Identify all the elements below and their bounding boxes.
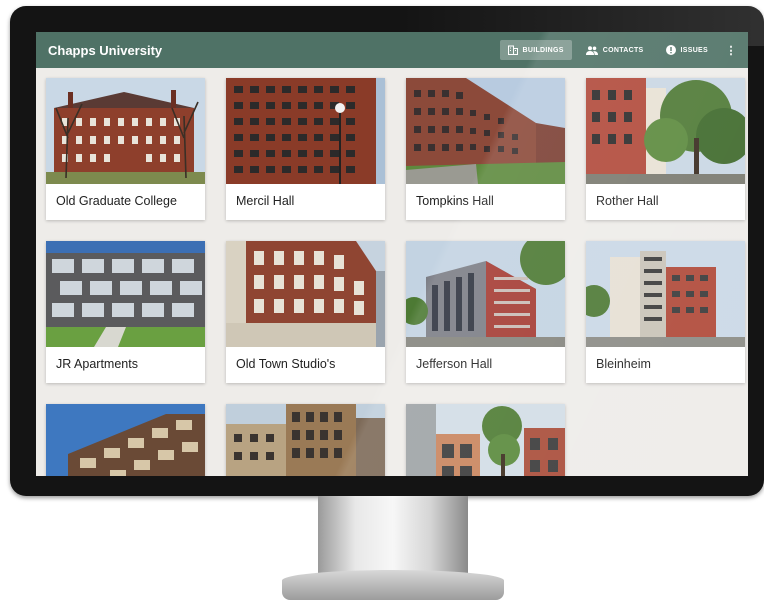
building-name: Jefferson Hall — [416, 357, 493, 371]
people-icon — [585, 45, 598, 55]
building-card[interactable] — [406, 404, 565, 476]
app-title: Chapps University — [48, 42, 163, 58]
building-photo — [226, 241, 385, 347]
building-card[interactable]: Bleinheim — [586, 241, 745, 383]
building-name: Tompkins Hall — [416, 194, 494, 208]
building-photo — [46, 78, 205, 184]
alert-icon — [665, 45, 676, 55]
building-photo — [406, 241, 565, 347]
building-photo — [226, 404, 385, 476]
building-card[interactable]: Old Town Studio's — [226, 241, 385, 383]
building-card[interactable]: Tompkins Hall — [406, 78, 565, 220]
monitor-stand — [318, 496, 468, 576]
building-name: Bleinheim — [596, 357, 651, 371]
building-card[interactable] — [46, 404, 205, 476]
screen: Chapps University BUILDINGS CONTACTS ISS… — [36, 32, 748, 476]
building-card[interactable]: Jefferson Hall — [406, 241, 565, 383]
app-bar: Chapps University BUILDINGS CONTACTS ISS… — [36, 32, 748, 68]
nav-issues-label: ISSUES — [680, 46, 708, 54]
building-photo — [46, 404, 205, 476]
building-photo — [406, 78, 565, 184]
nav-buildings-button[interactable]: BUILDINGS — [499, 40, 572, 60]
building-photo — [586, 78, 745, 184]
building-name: Old Town Studio's — [236, 357, 336, 371]
building-name: Rother Hall — [596, 194, 659, 208]
building-card[interactable]: Old Graduate College — [46, 78, 205, 220]
building-name: Mercil Hall — [236, 194, 295, 208]
more-vert-icon[interactable]: ⋮ — [722, 44, 740, 57]
building-photo — [46, 241, 205, 347]
nav-contacts-label: CONTACTS — [602, 46, 644, 54]
nav-contacts-button[interactable]: CONTACTS — [578, 40, 652, 60]
building-card[interactable]: Mercil Hall — [226, 78, 385, 220]
building-card[interactable]: JR Apartments — [46, 241, 205, 383]
building-card[interactable]: Rother Hall — [586, 78, 745, 220]
building-name: Old Graduate College — [56, 194, 177, 208]
building-icon — [507, 45, 518, 55]
nav-issues-button[interactable]: ISSUES — [658, 40, 716, 60]
building-photo — [586, 241, 745, 347]
building-photo — [226, 78, 385, 184]
building-name: JR Apartments — [56, 357, 138, 371]
nav-buildings-label: BUILDINGS — [522, 46, 564, 54]
monitor-base — [282, 570, 504, 600]
building-photo — [406, 404, 565, 476]
building-card[interactable] — [226, 404, 385, 476]
